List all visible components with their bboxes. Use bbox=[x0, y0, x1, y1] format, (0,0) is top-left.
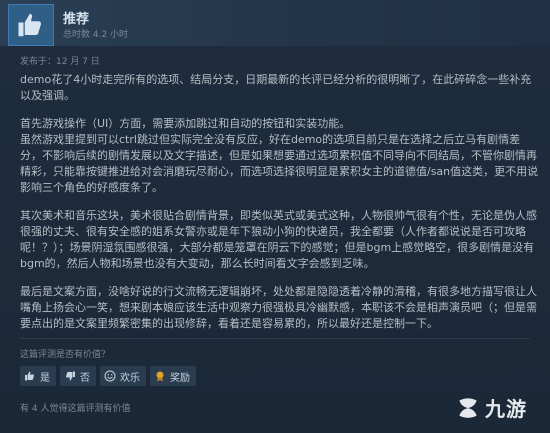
review-paragraph: 首先游戏操作（UI）方面，需要添加跳过和自动的按钮和实装功能。 虽然游戏里提到可… bbox=[20, 117, 539, 194]
vote-no-label: 否 bbox=[80, 372, 90, 384]
vote-funny-label: 欢乐 bbox=[120, 372, 140, 384]
watermark: 九游 bbox=[455, 388, 545, 426]
award-button[interactable]: 奖励 bbox=[150, 366, 196, 386]
thumbs-up-icon bbox=[18, 13, 41, 37]
divider bbox=[20, 338, 530, 339]
vote-controls: 是 否 欢乐 奖励 bbox=[20, 366, 196, 386]
thumbs-up-icon bbox=[25, 371, 34, 381]
review-text: demo花了4小时走完所有的选项、结局分支，日期最新的长评已经分析的很明晰了，在… bbox=[20, 72, 540, 344]
vote-no-button[interactable]: 否 bbox=[60, 366, 96, 386]
recommended-thumb bbox=[8, 4, 54, 46]
watermark-text: 九游 bbox=[485, 396, 527, 421]
vote-funny-button[interactable]: 欢乐 bbox=[100, 366, 146, 386]
recommendation-label: 推荐 bbox=[63, 12, 90, 27]
smiley-icon bbox=[104, 370, 116, 382]
review-header: 推荐 总时数 4.2 小时 bbox=[0, 0, 550, 46]
watermark-logo-icon bbox=[459, 398, 477, 418]
posted-date: 发布于：12 月 7 日 bbox=[20, 57, 100, 67]
found-helpful-count: 有 4 人觉得这篇评测有价值 bbox=[20, 404, 131, 414]
award-label: 奖励 bbox=[170, 372, 190, 384]
hours-on-record: 总时数 4.2 小时 bbox=[63, 30, 129, 40]
helpful-question: 这篇评测是否有价值？ bbox=[20, 350, 111, 360]
review-paragraph: 其次美术和音乐这块，美术很贴合剧情背景，即类似英式或美式这种，人物很帅气很有个性… bbox=[20, 209, 537, 270]
award-icon bbox=[156, 371, 164, 382]
thumbs-down-icon bbox=[66, 371, 75, 381]
review-card: 推荐 总时数 4.2 小时 发布于：12 月 7 日 demo花了4小时走完所有… bbox=[0, 0, 550, 433]
vote-yes-button[interactable]: 是 bbox=[20, 366, 56, 386]
vote-yes-label: 是 bbox=[40, 372, 50, 384]
review-paragraph: 最后是文案方面，没啥好说的行文流畅无逻辑崩坏，处处都是隐隐透着冷静的滑稽，有很多… bbox=[20, 285, 537, 330]
review-paragraph: demo花了4小时走完所有的选项、结局分支，日期最新的长评已经分析的很明晰了，在… bbox=[20, 73, 532, 102]
